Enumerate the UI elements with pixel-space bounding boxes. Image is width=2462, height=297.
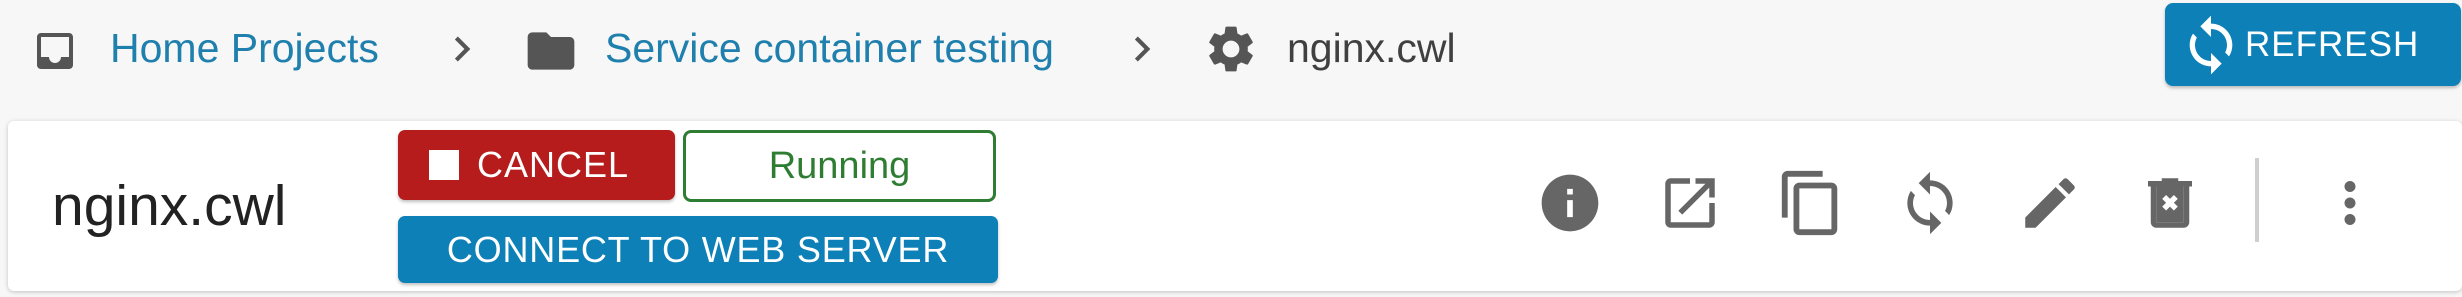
stop-icon <box>429 150 459 180</box>
gear-icon <box>1203 21 1259 77</box>
remove-icon[interactable] <box>2132 165 2208 241</box>
app-root: Home Projects Service container testing … <box>0 0 2462 297</box>
process-title: nginx.cwl <box>52 174 287 238</box>
breadcrumb-service-container-testing[interactable]: Service container testing <box>605 22 1054 74</box>
cancel-label: CANCEL <box>477 144 630 185</box>
chevron-right-icon <box>1117 24 1167 74</box>
cancel-button[interactable]: CANCEL <box>398 130 675 200</box>
refresh-icon <box>2179 13 2243 77</box>
folder-icon[interactable] <box>523 23 579 79</box>
breadcrumb-current-item: nginx.cwl <box>1287 25 1456 71</box>
info-icon[interactable] <box>1532 165 1608 241</box>
process-header-card: nginx.cwl CANCEL Running CONNECT TO WEB … <box>8 121 2462 291</box>
connect-to-web-server-button[interactable]: CONNECT TO WEB SERVER <box>398 216 998 283</box>
more-options-icon[interactable] <box>2312 165 2388 241</box>
edit-icon[interactable] <box>2012 165 2088 241</box>
breadcrumb-home-projects[interactable]: Home Projects <box>110 22 379 74</box>
breadcrumb: Home Projects Service container testing … <box>0 0 2462 110</box>
copy-icon[interactable] <box>1773 165 1849 241</box>
rerun-icon[interactable] <box>1892 165 1968 241</box>
toolbar-divider <box>2255 158 2259 242</box>
open-in-new-tab-icon[interactable] <box>1652 165 1728 241</box>
refresh-button[interactable]: REFRESH <box>2165 3 2461 86</box>
refresh-label: REFRESH <box>2245 24 2420 64</box>
status-badge: Running <box>683 130 996 202</box>
chevron-right-icon <box>437 24 487 74</box>
inbox-icon[interactable] <box>31 27 79 75</box>
